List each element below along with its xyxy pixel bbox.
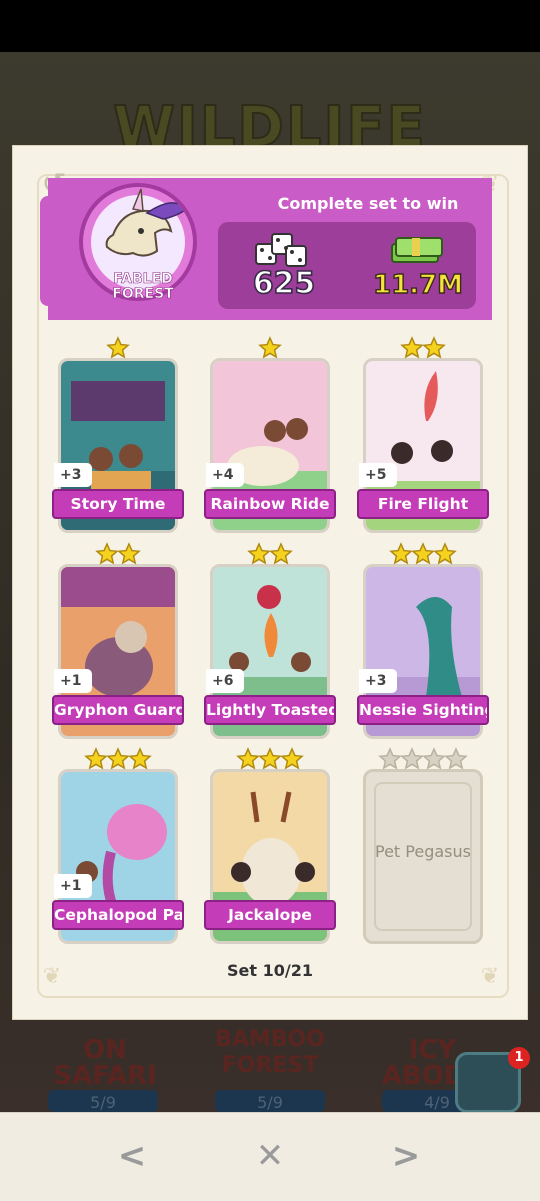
bottom-nav: < ✕ > bbox=[0, 1112, 540, 1201]
star-icon bbox=[269, 542, 293, 566]
star-icon bbox=[444, 747, 468, 771]
star-icon bbox=[95, 542, 119, 566]
star-icon bbox=[378, 747, 402, 771]
reward-label: Complete set to win bbox=[277, 194, 459, 213]
card-lightly-toasted[interactable]: +6 Lightly Toasted bbox=[204, 542, 336, 748]
star-rating bbox=[52, 747, 184, 775]
card-nessie-sighting[interactable]: +3 Nessie Sighting bbox=[357, 542, 489, 748]
star-icon bbox=[106, 747, 130, 771]
dice-reward: 625 bbox=[252, 265, 316, 302]
card-gryphon-guard[interactable]: +1 Gryphon Guard bbox=[52, 542, 184, 748]
star-icon bbox=[258, 336, 282, 360]
star-icon bbox=[411, 542, 435, 566]
star-icon bbox=[422, 747, 446, 771]
card-name: Rainbow Ride bbox=[204, 489, 336, 519]
card-rainbow-ride[interactable]: +4 Rainbow Ride bbox=[204, 336, 336, 542]
card-name: Gryphon Guard bbox=[52, 695, 184, 725]
star-icon bbox=[236, 747, 260, 771]
card-story-time[interactable]: +3 Story Time bbox=[52, 336, 184, 542]
card-name: Cephalopod Pal bbox=[52, 900, 184, 930]
star-icon bbox=[422, 336, 446, 360]
bg-set-count: 5/9 bbox=[215, 1090, 325, 1112]
star-icon bbox=[247, 542, 271, 566]
star-icon bbox=[128, 747, 152, 771]
star-rating bbox=[52, 336, 184, 364]
prev-button[interactable]: < bbox=[102, 1131, 162, 1181]
card-cephalopod-pal[interactable]: +1 Cephalopod Pal bbox=[52, 747, 184, 953]
duplicate-count: +6 bbox=[206, 669, 244, 693]
star-icon bbox=[400, 336, 424, 360]
star-rating bbox=[204, 747, 336, 775]
card-name: Story Time bbox=[52, 489, 184, 519]
next-button[interactable]: > bbox=[376, 1131, 436, 1181]
card-fire-flight[interactable]: +5 Fire Flight bbox=[357, 336, 489, 542]
star-rating bbox=[204, 336, 336, 364]
cash-reward: 11.7M bbox=[372, 269, 464, 300]
duplicate-count: +3 bbox=[359, 669, 397, 693]
set-header: FABLED FOREST Complete set to win 625 11… bbox=[40, 178, 492, 320]
bg-set-count: 5/9 bbox=[48, 1090, 158, 1112]
star-rating bbox=[204, 542, 336, 570]
set-name: FABLED FOREST bbox=[112, 271, 174, 302]
star-icon bbox=[258, 747, 282, 771]
card-name: Pet Pegasus bbox=[375, 842, 471, 861]
card-jackalope[interactable]: Jackalope bbox=[204, 747, 336, 953]
star-icon bbox=[280, 747, 304, 771]
card-name: Jackalope bbox=[204, 900, 336, 930]
card-pet-pegasus[interactable]: Pet Pegasus bbox=[357, 747, 489, 953]
bg-set-name[interactable]: BAMBOO FOREST bbox=[195, 1027, 345, 1079]
star-icon bbox=[117, 542, 141, 566]
set-progress: Set 10/21 bbox=[227, 961, 313, 980]
card-name: Fire Flight bbox=[357, 489, 489, 519]
star-rating bbox=[357, 747, 489, 775]
star-rating bbox=[357, 336, 489, 364]
star-icon bbox=[433, 542, 457, 566]
star-rating bbox=[357, 542, 489, 570]
card-name: Nessie Sighting bbox=[357, 695, 489, 725]
duplicate-count: +5 bbox=[359, 463, 397, 487]
close-button[interactable]: ✕ bbox=[240, 1131, 300, 1181]
bg-set-name[interactable]: ON SAFARI bbox=[30, 1037, 180, 1089]
cash-icon bbox=[391, 237, 443, 263]
card-placeholder: Pet Pegasus bbox=[363, 769, 483, 944]
reward-box: 625 11.7M bbox=[218, 222, 476, 309]
duplicate-count: +1 bbox=[54, 874, 92, 898]
star-icon bbox=[400, 747, 424, 771]
duplicate-count: +4 bbox=[206, 463, 244, 487]
star-icon bbox=[106, 336, 130, 360]
status-bar bbox=[0, 0, 540, 52]
card-name: Lightly Toasted bbox=[204, 695, 336, 725]
notification-badge: 1 bbox=[508, 1047, 530, 1069]
star-icon bbox=[84, 747, 108, 771]
duplicate-count: +3 bbox=[54, 463, 92, 487]
star-icon bbox=[389, 542, 413, 566]
duplicate-count: +1 bbox=[54, 669, 92, 693]
star-rating bbox=[52, 542, 184, 570]
